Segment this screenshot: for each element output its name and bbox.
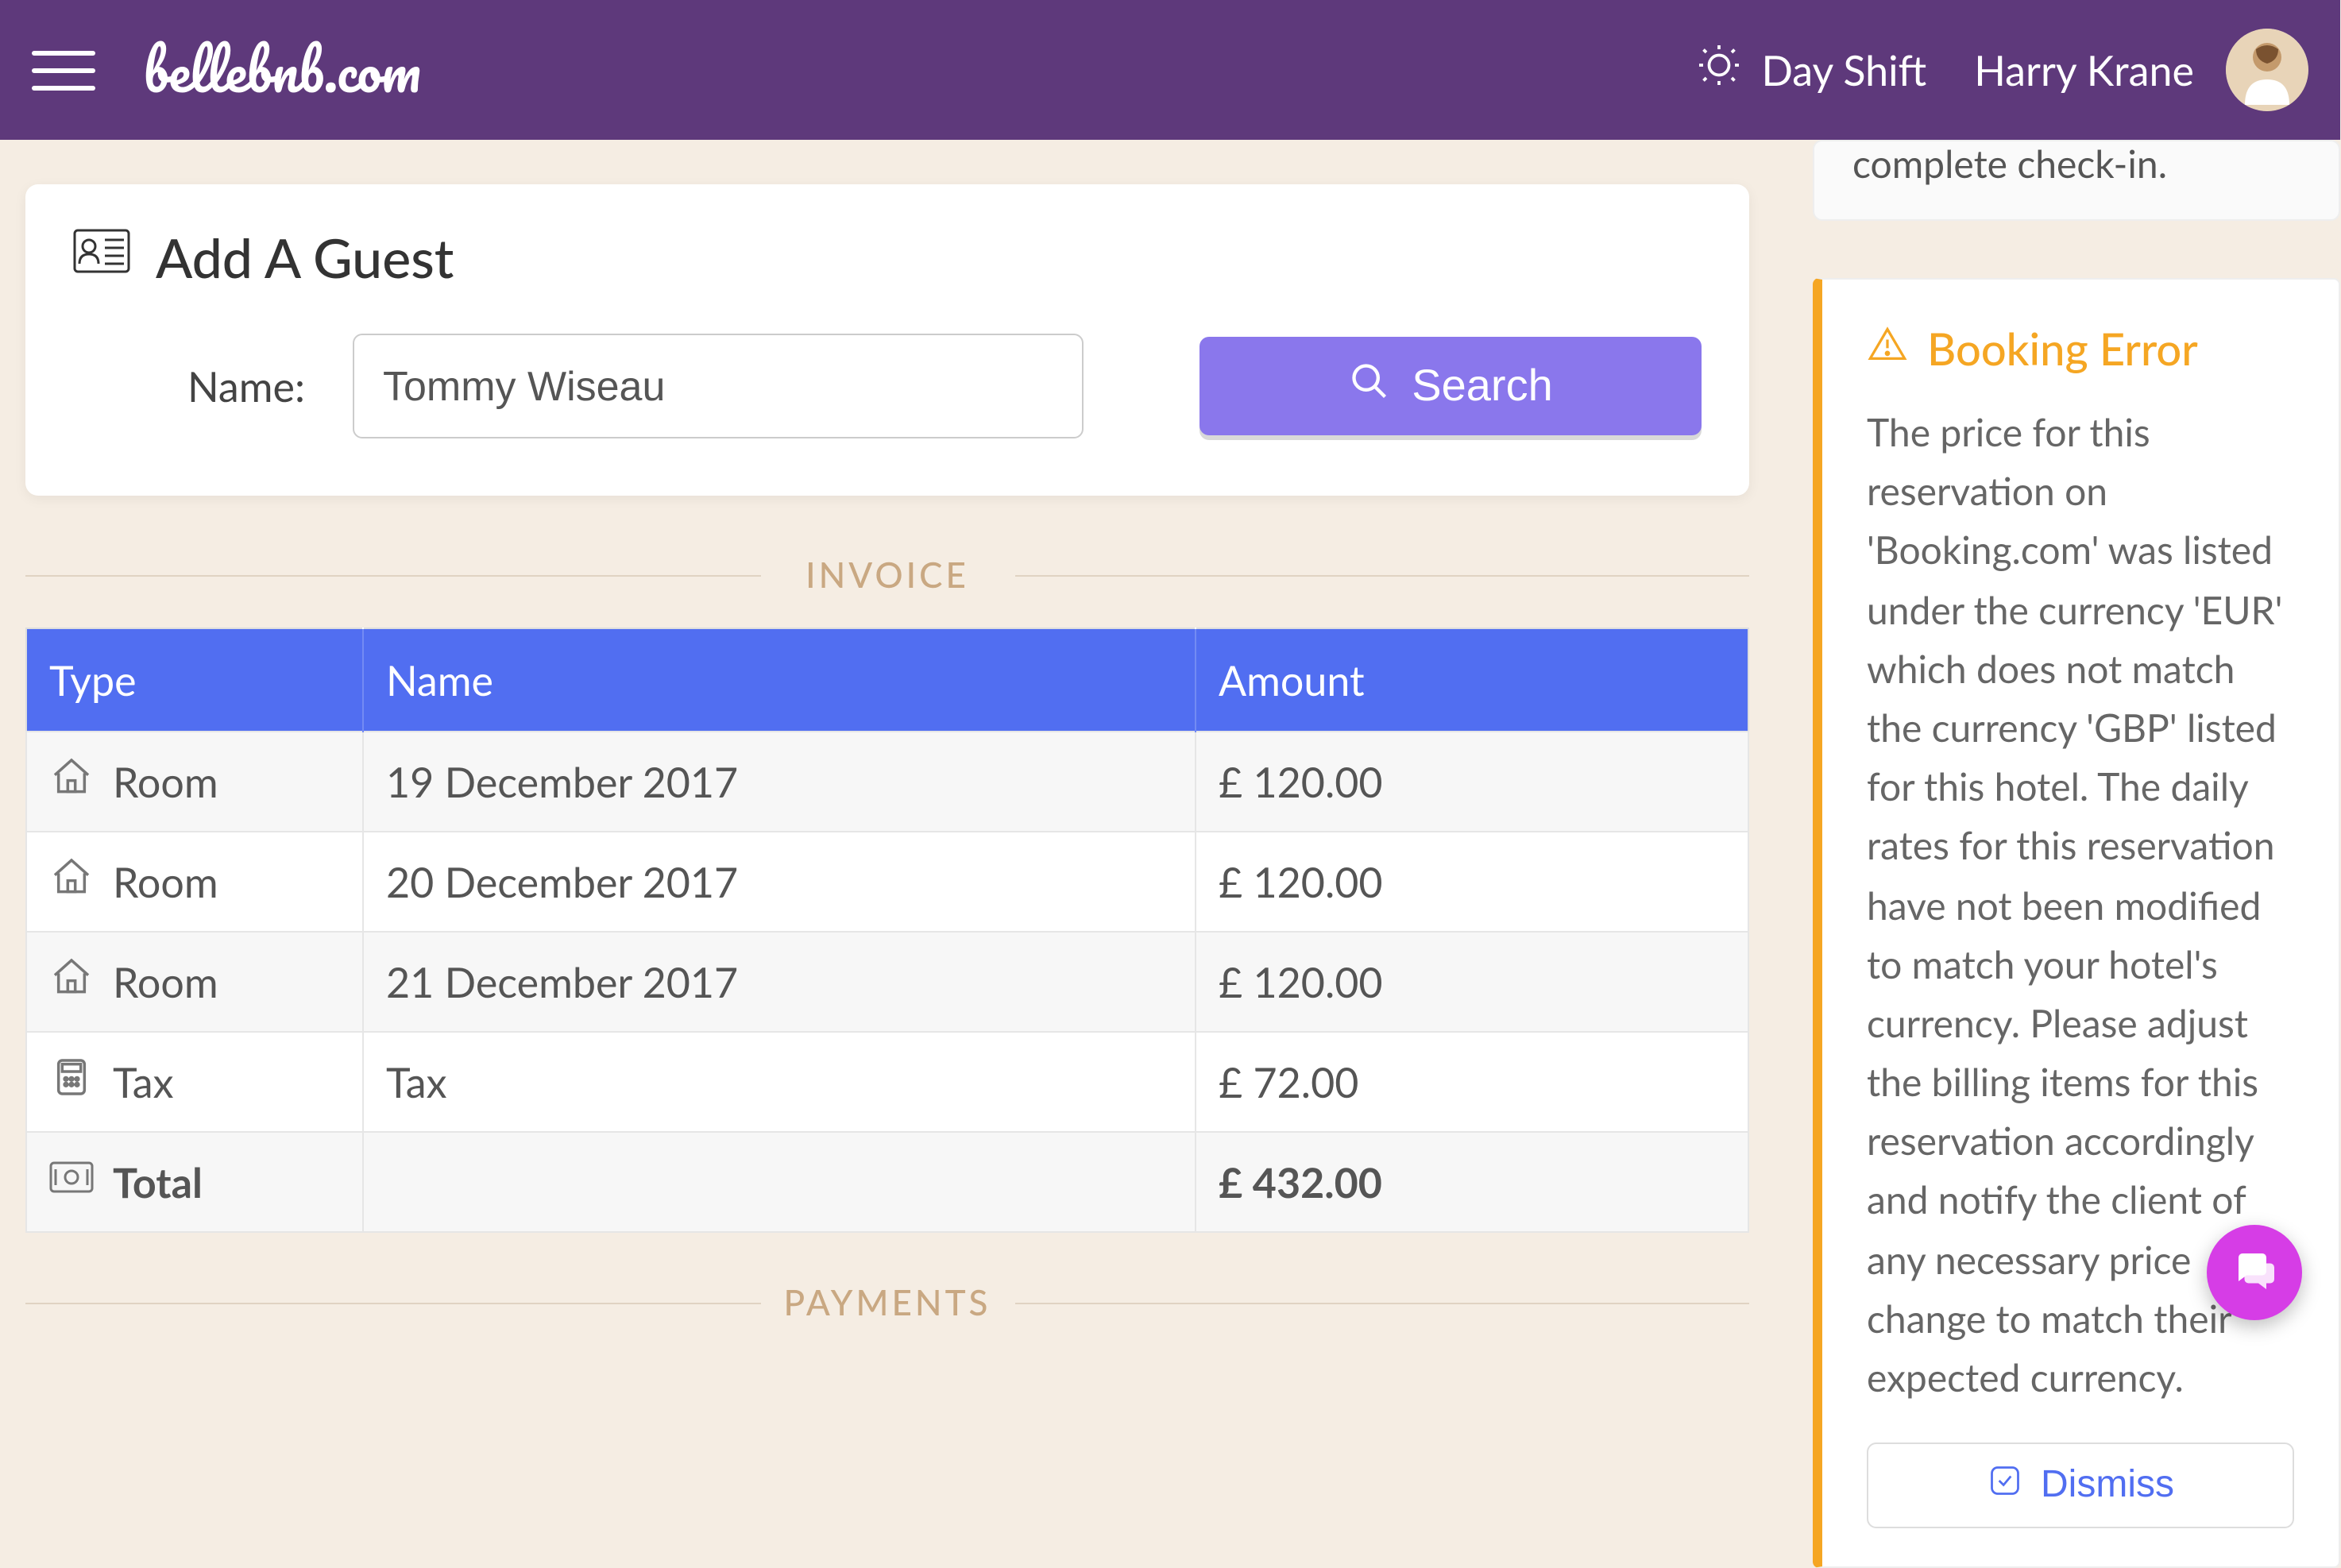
alert-title-text: Booking Error [1927, 321, 2198, 375]
row-name: Tax [363, 1032, 1196, 1132]
table-row[interactable]: Room 19 December 2017£ 120.00 [26, 732, 1748, 832]
check-icon [1987, 1462, 2022, 1508]
row-type: Room [113, 956, 218, 1007]
row-amount: £ 120.00 [1196, 732, 1748, 832]
row-amount: £ 120.00 [1196, 832, 1748, 932]
row-name: 19 December 2017 [363, 732, 1196, 832]
invoice-section-label: INVOICE [25, 553, 1749, 596]
row-type: Room [113, 756, 218, 807]
invoice-table: Type Name Amount Room 19 December 2017£ 1… [25, 628, 1749, 1233]
payments-section-label: PAYMENTS [25, 1280, 1749, 1323]
dismiss-button[interactable]: Dismiss [1867, 1442, 2294, 1528]
row-type: Room [113, 856, 218, 907]
table-row[interactable]: Room 20 December 2017£ 120.00 [26, 832, 1748, 932]
user-name[interactable]: Harry Krane [1974, 44, 2194, 95]
guest-name-input[interactable] [353, 334, 1084, 438]
brand-logo[interactable]: bellebnb.com [143, 23, 421, 117]
col-type: Type [26, 628, 363, 732]
table-row[interactable]: TaxTax£ 72.00 [26, 1032, 1748, 1132]
row-amount: £ 72.00 [1196, 1032, 1748, 1132]
home-icon [49, 955, 94, 1009]
top-bar: bellebnb.com Day Shift Harry Krane [0, 0, 2340, 140]
warning-icon [1867, 321, 1908, 375]
name-label: Name: [172, 361, 305, 411]
search-button-label: Search [1412, 361, 1552, 411]
money-icon [49, 1155, 94, 1209]
row-name: 20 December 2017 [363, 832, 1196, 932]
avatar[interactable] [2226, 29, 2308, 111]
search-button[interactable]: Search [1199, 337, 1702, 435]
shift-label: Day Shift [1761, 44, 1926, 95]
add-guest-card: Add A Guest Name: Search [25, 184, 1749, 496]
booking-error-alert: Booking Error The price for this reserva… [1813, 278, 2340, 1568]
menu-icon[interactable] [32, 38, 95, 102]
home-icon [49, 855, 94, 909]
add-guest-title: Add A Guest [156, 225, 454, 290]
calc-icon [49, 1055, 94, 1109]
col-amount: Amount [1196, 628, 1748, 732]
shift-toggle[interactable]: Day Shift [1694, 41, 1926, 98]
row-name: 21 December 2017 [363, 932, 1196, 1032]
notice-text: complete check-in. [1852, 141, 2167, 187]
id-card-icon [73, 222, 130, 292]
total-label: Total [113, 1157, 203, 1207]
dismiss-label: Dismiss [2041, 1463, 2174, 1508]
table-header-row: Type Name Amount [26, 628, 1748, 732]
row-type: Tax [113, 1056, 174, 1107]
table-row[interactable]: Room 21 December 2017£ 120.00 [26, 932, 1748, 1032]
search-icon [1348, 360, 1389, 412]
notice-card: complete check-in. [1813, 140, 2340, 221]
chat-icon [2231, 1246, 2278, 1300]
total-amount: £ 432.00 [1196, 1132, 1748, 1232]
col-name: Name [363, 628, 1196, 732]
home-icon [49, 755, 94, 809]
row-amount: £ 120.00 [1196, 932, 1748, 1032]
chat-fab[interactable] [2207, 1225, 2302, 1320]
sun-icon [1694, 41, 1742, 98]
total-row: Total £ 432.00 [26, 1132, 1748, 1232]
